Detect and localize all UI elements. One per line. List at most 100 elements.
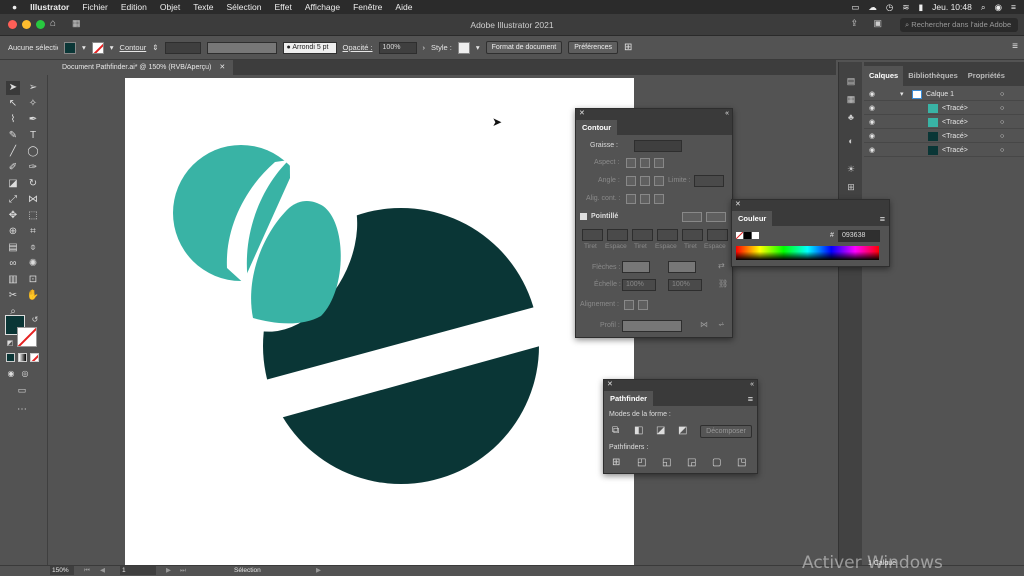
free-transform-tool-icon[interactable]: ⬚	[26, 209, 40, 223]
menu-aide[interactable]: Aide	[395, 2, 412, 12]
minus-front-icon[interactable]: ◧	[634, 425, 643, 436]
item-name[interactable]: <Tracé>	[942, 116, 968, 129]
panel-menu-icon[interactable]: ≡	[1012, 41, 1018, 52]
wifi-icon[interactable]: ≋	[902, 2, 909, 13]
align-center-button[interactable]	[626, 194, 636, 204]
document-tab[interactable]: Document Pathfinder.ai* @ 150% (RVB/Aper…	[54, 60, 234, 75]
layer-name[interactable]: Calque 1	[926, 88, 954, 101]
opacity-label[interactable]: Opacité :	[343, 43, 373, 52]
dash-align-button[interactable]	[706, 212, 726, 222]
more-tools-icon[interactable]: ⋯	[15, 403, 29, 417]
white-swatch[interactable]	[752, 232, 759, 239]
collapse-icon[interactable]: «	[725, 109, 732, 119]
flip-horizontal-icon[interactable]: ⋈	[700, 320, 708, 329]
menu-edition[interactable]: Edition	[121, 2, 147, 12]
color-mode-button[interactable]	[6, 353, 15, 362]
collapse-icon[interactable]: «	[750, 380, 757, 390]
hex-field[interactable]: 093638	[838, 230, 880, 242]
butt-cap-button[interactable]	[626, 158, 636, 168]
chevron-down-icon[interactable]: ▾	[900, 88, 904, 101]
line-tool-icon[interactable]: ╱	[6, 145, 20, 159]
rotate-tool-icon[interactable]: ↻	[26, 177, 40, 191]
miter-join-button[interactable]	[626, 176, 636, 186]
end-arrow-select[interactable]	[668, 261, 696, 273]
start-arrow-select[interactable]	[622, 261, 650, 273]
dash-field[interactable]	[632, 229, 653, 241]
color-spectrum[interactable]	[736, 246, 879, 260]
search-icon[interactable]: ⌕	[981, 2, 986, 13]
end-scale-field[interactable]: 100%	[668, 279, 702, 291]
black-swatch[interactable]	[744, 232, 751, 239]
exclude-icon[interactable]: ◩	[678, 425, 687, 436]
projecting-cap-button[interactable]	[654, 158, 664, 168]
pen-tool-icon[interactable]: ✒	[26, 113, 40, 127]
target-circle-icon[interactable]: ○	[1000, 116, 1004, 129]
none-mode-button[interactable]	[30, 353, 39, 362]
transparency-icon[interactable]: ☀	[844, 162, 858, 176]
siri-icon[interactable]: ◉	[995, 2, 1002, 13]
menu-affichage[interactable]: Affichage	[305, 2, 340, 12]
stroke-panel-title[interactable]: Contour	[576, 120, 618, 135]
artboard[interactable]	[125, 78, 634, 565]
preferences-button[interactable]: Préférences	[568, 41, 618, 54]
screen-mode-icon[interactable]: ▭	[15, 383, 29, 397]
tab-layers[interactable]: Calques	[864, 66, 904, 86]
gap-field[interactable]	[607, 229, 628, 241]
blend-tool-icon[interactable]: ∞	[6, 257, 20, 271]
round-join-button[interactable]	[640, 176, 650, 186]
last-page-icon[interactable]: ⏭	[180, 566, 186, 576]
intersect-icon[interactable]: ◪	[656, 425, 665, 436]
swap-colors-icon[interactable]: ↺	[28, 313, 42, 327]
swap-arrows-icon[interactable]: ⇄	[718, 261, 725, 270]
menu-fichier[interactable]: Fichier	[82, 2, 108, 12]
item-name[interactable]: <Tracé>	[942, 144, 968, 157]
weight-field[interactable]	[634, 140, 682, 152]
arrow-tip-button[interactable]	[624, 300, 634, 310]
libraries-icon[interactable]: ♣	[844, 110, 858, 124]
arrange-icon[interactable]: ⊞	[624, 42, 632, 53]
perspective-grid-tool-icon[interactable]: ⌗	[26, 225, 40, 239]
menu-texte[interactable]: Texte	[193, 2, 213, 12]
dash-field[interactable]	[682, 229, 703, 241]
symbol-sprayer-tool-icon[interactable]: ✺	[26, 257, 40, 271]
layer-item-row[interactable]: ◉ <Tracé> ○	[864, 144, 1024, 157]
ellipse-tool-icon[interactable]: ◯	[26, 145, 40, 159]
page-field[interactable]: 1	[120, 566, 156, 575]
arrow-end-button[interactable]	[638, 300, 648, 310]
start-scale-field[interactable]: 100%	[622, 279, 656, 291]
display-icon[interactable]: ▭	[851, 2, 859, 13]
default-colors-icon[interactable]: ◩	[3, 337, 17, 351]
opacity-field[interactable]: 100%	[378, 41, 417, 54]
clock-icon[interactable]: ◷	[886, 2, 893, 13]
artboard-tool-icon[interactable]: ⊡	[26, 273, 40, 287]
dash-preserve-button[interactable]	[682, 212, 702, 222]
eyedropper-tool-icon[interactable]: ⌽	[26, 241, 40, 255]
dash-field[interactable]	[582, 229, 603, 241]
graph-tool-icon[interactable]: ▥	[6, 273, 20, 287]
variable-width-field[interactable]	[206, 41, 277, 54]
direct-selection-tool-icon[interactable]: ➢	[26, 81, 40, 95]
outline-icon[interactable]: ▢	[712, 457, 721, 468]
selection-tool-icon[interactable]: ➤	[6, 81, 20, 95]
stroke-swatch[interactable]	[91, 41, 104, 54]
profile-select[interactable]	[622, 320, 682, 332]
target-circle-icon[interactable]: ○	[1000, 102, 1004, 115]
menu-selection[interactable]: Sélection	[227, 2, 262, 12]
bevel-join-button[interactable]	[654, 176, 664, 186]
gradient-mode-button[interactable]	[18, 353, 27, 362]
chevron-right-icon[interactable]: ›	[423, 43, 426, 52]
dashed-checkbox[interactable]	[580, 213, 587, 220]
menu-clock[interactable]: Jeu. 10:48	[932, 2, 972, 12]
creative-cloud-icon[interactable]: ☁	[868, 2, 877, 13]
close-tab-icon[interactable]: ✕	[219, 64, 225, 71]
blob-brush-tool-icon[interactable]: ✑	[26, 161, 40, 175]
expand-button[interactable]: Décomposer	[700, 425, 752, 438]
transform-icon[interactable]: ⊞	[844, 180, 858, 194]
eraser-tool-icon[interactable]: ◪	[6, 177, 20, 191]
draw-normal-icon[interactable]: ◉	[4, 367, 18, 381]
layer-item-row[interactable]: ◉ <Tracé> ○	[864, 116, 1024, 129]
share-icon[interactable]: ⇪	[850, 18, 858, 29]
gap-field[interactable]	[707, 229, 728, 241]
type-tool-icon[interactable]: T	[26, 129, 40, 143]
divide-icon[interactable]: ⊞	[612, 457, 620, 468]
